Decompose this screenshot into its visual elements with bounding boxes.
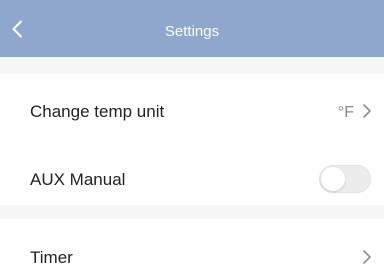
timer-label: Timer xyxy=(30,248,73,267)
section-spacer xyxy=(0,57,384,74)
change-temp-unit-label: Change temp unit xyxy=(30,102,165,121)
section-spacer xyxy=(0,205,384,219)
change-temp-unit-row[interactable]: Change temp unit °F xyxy=(0,74,384,146)
timer-row[interactable]: Timer xyxy=(0,219,384,280)
chevron-right-icon xyxy=(363,250,371,264)
chevron-right-icon xyxy=(363,104,371,118)
header-bar: Settings xyxy=(0,0,384,57)
temp-unit-value: °F xyxy=(337,104,354,121)
toggle-knob xyxy=(321,167,345,191)
aux-manual-label: AUX Manual xyxy=(30,170,126,189)
page-title: Settings xyxy=(164,23,220,40)
aux-manual-row: AUX Manual xyxy=(0,146,384,205)
aux-manual-toggle[interactable] xyxy=(319,165,371,193)
